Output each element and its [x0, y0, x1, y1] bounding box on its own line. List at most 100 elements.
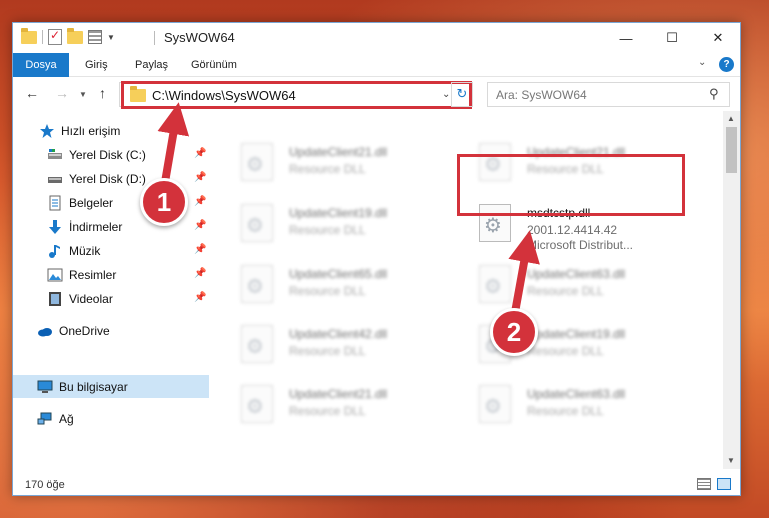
- pin-icon[interactable]: 📌: [194, 172, 206, 183]
- customize-toolbar-icon[interactable]: ▼: [107, 33, 115, 42]
- folder-icon: [130, 86, 146, 102]
- pin-icon[interactable]: 📌: [194, 196, 206, 207]
- file-type: Resource DLL: [527, 284, 604, 298]
- scrollbar-thumb[interactable]: [726, 127, 737, 173]
- up-button[interactable]: ↑: [99, 85, 106, 101]
- search-icon[interactable]: ⚲: [709, 86, 719, 102]
- file-name: UpdateClient42.dll: [289, 327, 388, 341]
- sidebar-item-label: Resimler: [69, 267, 117, 282]
- pin-icon[interactable]: 📌: [194, 292, 206, 303]
- folder-icon: [21, 27, 37, 44]
- tab-view[interactable]: Görünüm: [191, 53, 237, 77]
- sidebar-item-label: Hızlı erişim: [61, 123, 121, 138]
- pictures-icon: [47, 267, 63, 283]
- file-name: UpdateClient63.dll: [527, 387, 626, 401]
- address-bar[interactable]: C:\Windows\SysWOW64 ⌄: [119, 82, 473, 107]
- status-bar: 170 öğe: [13, 473, 740, 495]
- file-name: UpdateClient65.dll: [289, 267, 388, 281]
- sidebar-item-quick-access[interactable]: Hızlı erişim: [13, 119, 209, 142]
- dll-file-icon: [241, 325, 273, 363]
- scroll-down-icon[interactable]: ▼: [727, 456, 735, 465]
- file-type: Resource DLL: [527, 404, 604, 418]
- file-type: Microsoft Distribut...: [527, 238, 634, 252]
- sidebar-item-label: Müzik: [69, 243, 101, 258]
- new-folder-icon[interactable]: [67, 27, 83, 44]
- file-name: UpdateClient21.dll: [289, 145, 388, 159]
- tab-share[interactable]: Paylaş: [135, 53, 168, 77]
- sidebar-item-label: Ağ: [59, 411, 74, 426]
- file-type: Resource DLL: [289, 344, 366, 358]
- dll-file-icon: [479, 265, 511, 303]
- pin-icon[interactable]: 📌: [194, 220, 206, 231]
- file-item[interactable]: UpdateClient21.dll Resource DLL: [229, 381, 459, 431]
- details-view-icon[interactable]: [697, 478, 711, 490]
- cloud-icon: [37, 323, 53, 339]
- sidebar-item-this-pc[interactable]: Bu bilgisayar: [13, 375, 209, 398]
- drive-icon: [47, 171, 63, 187]
- file-name: UpdateClient63.dll: [527, 267, 626, 281]
- file-explorer-window: ▼ SysWOW64 — ☐ ✕ Dosya Giriş Paylaş Görü…: [12, 22, 741, 496]
- sidebar-item-label: Videolar: [69, 291, 113, 306]
- star-icon: [39, 123, 55, 139]
- forward-button[interactable]: →: [55, 85, 69, 101]
- sidebar-item-label: Bu bilgisayar: [59, 379, 128, 394]
- vertical-scrollbar[interactable]: ▲ ▼: [723, 111, 740, 469]
- step-2-badge: 2: [490, 308, 538, 356]
- file-type: Resource DLL: [527, 344, 604, 358]
- maximize-button[interactable]: ☐: [649, 23, 695, 53]
- dll-file-icon: [479, 385, 511, 423]
- file-item[interactable]: UpdateClient21.dll Resource DLL: [229, 139, 459, 189]
- file-name: UpdateClient19.dll: [527, 327, 626, 341]
- pin-icon[interactable]: 📌: [194, 148, 206, 159]
- refresh-button[interactable]: ↻: [451, 82, 473, 107]
- address-dropdown-icon[interactable]: ⌄: [442, 89, 450, 100]
- expand-ribbon-icon[interactable]: ⌄: [698, 57, 706, 68]
- help-icon[interactable]: ?: [719, 57, 734, 72]
- file-item[interactable]: UpdateClient65.dll Resource DLL: [229, 261, 459, 311]
- file-name: UpdateClient21.dll: [289, 387, 388, 401]
- sidebar-item-onedrive[interactable]: OneDrive: [13, 319, 209, 342]
- file-item[interactable]: UpdateClient63.dll Resource DLL: [467, 381, 697, 431]
- pin-icon[interactable]: 📌: [194, 268, 206, 279]
- pin-icon[interactable]: 📌: [194, 244, 206, 255]
- sidebar-item-music[interactable]: Müzik 📌: [13, 239, 209, 262]
- file-item[interactable]: UpdateClient19.dll Resource DLL: [229, 200, 459, 250]
- computer-icon: [37, 379, 53, 395]
- window-title: SysWOW64: [164, 30, 235, 45]
- close-button[interactable]: ✕: [695, 23, 740, 53]
- file-item[interactable]: UpdateClient63.dll Resource DLL: [467, 261, 697, 311]
- network-icon: [37, 411, 53, 427]
- sidebar-item-pictures[interactable]: Resimler 📌: [13, 263, 209, 286]
- quick-access-toolbar: ▼: [21, 27, 115, 45]
- back-button[interactable]: ←: [25, 85, 39, 101]
- dll-file-icon: [241, 265, 273, 303]
- item-count: 170 öğe: [25, 479, 65, 491]
- file-name: UpdateClient19.dll: [289, 206, 388, 220]
- sidebar-item-label: İndirmeler: [69, 219, 123, 234]
- address-path[interactable]: C:\Windows\SysWOW64: [152, 88, 296, 103]
- recent-locations-icon[interactable]: ▼: [79, 90, 87, 99]
- file-highlight-box: [457, 154, 685, 216]
- documents-icon: [47, 195, 63, 211]
- sidebar-item-disk-c[interactable]: Yerel Disk (C:) 📌: [13, 143, 209, 166]
- file-type: Resource DLL: [289, 404, 366, 418]
- tab-home[interactable]: Giriş: [85, 53, 108, 77]
- title-divider: [154, 31, 155, 45]
- sidebar-item-videos[interactable]: Videolar 📌: [13, 287, 209, 310]
- search-input[interactable]: Ara: SysWOW64: [496, 88, 587, 102]
- minimize-button[interactable]: —: [603, 23, 649, 53]
- large-icons-view-icon[interactable]: [717, 478, 731, 490]
- file-version: 2001.12.4414.42: [527, 223, 618, 237]
- toolbar-divider: [42, 30, 43, 44]
- properties-icon[interactable]: [48, 28, 62, 45]
- ribbon-tabs: Dosya Giriş Paylaş Görünüm ⌄ ?: [13, 53, 740, 103]
- maximize-icon: ☐: [666, 30, 678, 45]
- search-box[interactable]: Ara: SysWOW64 ⚲: [487, 82, 730, 107]
- dll-file-icon: [241, 385, 273, 423]
- sidebar-item-network[interactable]: Ağ: [13, 407, 209, 430]
- scroll-up-icon[interactable]: ▲: [727, 114, 735, 123]
- view-icon[interactable]: [88, 30, 102, 44]
- file-item[interactable]: UpdateClient42.dll Resource DLL: [229, 321, 459, 371]
- music-icon: [47, 243, 63, 259]
- refresh-icon: ↻: [456, 86, 468, 101]
